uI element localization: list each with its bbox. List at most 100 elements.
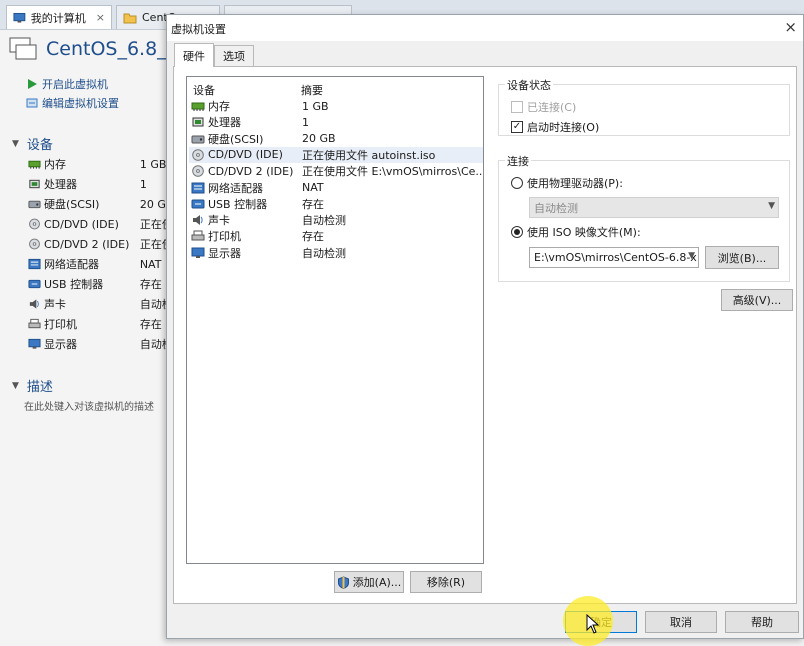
device-name: 内存 — [44, 158, 66, 171]
device-name: CD/DVD 2 (IDE) — [208, 164, 294, 178]
vm-icon — [9, 37, 37, 60]
memory-icon — [28, 160, 41, 169]
description-placeholder[interactable]: 在此处键入对该虚拟机的描述 — [24, 398, 170, 413]
vm-device-row[interactable]: USB 控制器 存在 — [28, 274, 170, 294]
settings-icon — [26, 98, 38, 108]
connected-label: 已连接(C) — [527, 101, 577, 114]
device-row[interactable]: 打印机 存在 — [189, 228, 483, 244]
device-status-label: 设备状态 — [505, 77, 553, 93]
device-row[interactable]: 网络适配器 NAT — [189, 180, 483, 196]
device-name: 网络适配器 — [208, 181, 263, 195]
device-row[interactable]: 内存 1 GB — [189, 98, 483, 114]
vm-settings-dialog: 虚拟机设置 × 硬件 选项 设备 摘要 内存 1 GB 处理器 1 硬盘(SCSI) 20… — [166, 14, 804, 639]
power-on-label: 开启此虚拟机 — [42, 78, 108, 91]
vm-device-row[interactable]: CD/DVD 2 (IDE) 正在使 — [28, 234, 170, 254]
display-icon — [191, 247, 205, 258]
advanced-button[interactable]: 高级(V)... — [721, 289, 793, 311]
hardware-tab-panel: 设备 摘要 内存 1 GB 处理器 1 硬盘(SCSI) 20 GB CD/DVD (IDE… — [173, 66, 797, 604]
vm-device-row[interactable]: CD/DVD (IDE) 正在使 — [28, 214, 170, 234]
cpu-icon — [192, 117, 204, 127]
edit-settings-label: 编辑虚拟机设置 — [42, 97, 119, 110]
vm-device-row[interactable]: 打印机 存在 — [28, 314, 170, 334]
edit-settings-link[interactable]: 编辑虚拟机设置 — [26, 95, 119, 111]
device-list[interactable]: 设备 摘要 内存 1 GB 处理器 1 硬盘(SCSI) 20 GB CD/DVD (IDE… — [186, 76, 484, 564]
close-icon[interactable]: × — [784, 18, 797, 36]
device-name: CD/DVD 2 (IDE) — [44, 237, 130, 251]
tab-options[interactable]: 选项 — [214, 45, 254, 66]
dialog-title: 虚拟机设置 — [171, 23, 226, 36]
device-name: 网络适配器 — [44, 258, 99, 271]
tab-close-icon[interactable]: × — [96, 11, 105, 24]
vm-device-row[interactable]: 处理器 1 — [28, 174, 170, 194]
tab-hardware[interactable]: 硬件 — [174, 43, 214, 67]
printer-icon — [28, 318, 41, 329]
help-button[interactable]: 帮助 — [725, 611, 799, 633]
physical-drive-select: 自动检测 ▼ — [529, 197, 779, 218]
vm-device-row[interactable]: 硬盘(SCSI)20 GB — [28, 194, 170, 214]
devices-heading: 设备 — [26, 138, 53, 153]
collapse-icon: ▼ — [12, 380, 19, 391]
device-row[interactable]: 显示器 自动检测 — [189, 245, 483, 261]
display-icon — [28, 338, 41, 349]
vm-device-row[interactable]: 内存 1 GB — [28, 154, 170, 174]
connected-checkbox[interactable]: 已连接(C) — [511, 99, 576, 115]
device-row[interactable]: 硬盘(SCSI) 20 GB — [189, 131, 483, 147]
device-name: CD/DVD (IDE) — [44, 217, 119, 231]
device-summary: 正在使用文件 E:\vmOS\mirros\Ce... — [302, 165, 482, 179]
device-row[interactable]: CD/DVD (IDE) 正在使用文件 autoinst.iso — [189, 146, 483, 163]
device-row[interactable]: USB 控制器 存在 — [189, 196, 483, 212]
description-heading: 描述 — [26, 380, 53, 395]
list-header-device: 设备 — [193, 84, 215, 97]
dialog-titlebar: 虚拟机设置 × — [167, 15, 803, 41]
device-name: 显示器 — [44, 338, 77, 351]
connect-at-power-on-checkbox[interactable]: ✓ 启动时连接(O) — [511, 119, 599, 135]
device-summary: 20 GB — [302, 132, 336, 146]
device-row[interactable]: 声卡 自动检测 — [189, 212, 483, 228]
device-name: 硬盘(SCSI) — [208, 132, 264, 146]
chevron-down-icon[interactable]: ▼ — [688, 251, 695, 261]
harddisk-icon — [191, 135, 205, 144]
vm-summary-panel: CentOS_6.8_1( 开启此虚拟机 编辑虚拟机设置 ▼ 设备 内存 1 GB… — [0, 30, 186, 639]
device-name: USB 控制器 — [44, 278, 104, 291]
add-button[interactable]: 添加(A)... — [334, 571, 404, 593]
vm-device-row[interactable]: 声卡 自动检 — [28, 294, 170, 314]
computer-icon — [13, 12, 26, 23]
device-name: 打印机 — [44, 318, 77, 331]
device-row[interactable]: CD/DVD 2 (IDE) 正在使用文件 E:\vmOS\mirros\Ce..… — [189, 163, 483, 179]
vm-device-row[interactable]: 网络适配器 NAT — [28, 254, 170, 274]
remove-button[interactable]: 移除(R) — [410, 571, 482, 593]
cancel-button[interactable]: 取消 — [645, 611, 717, 633]
tab-label: 我的计算机 — [30, 11, 86, 25]
iso-file-radio[interactable]: 使用 ISO 映像文件(M): — [511, 224, 641, 240]
chevron-down-icon: ▼ — [768, 201, 775, 211]
folder-icon — [123, 13, 137, 23]
device-summary: 正在使用文件 autoinst.iso — [302, 148, 436, 162]
device-name: 显示器 — [208, 246, 241, 260]
physical-drive-label: 使用物理驱动器(P): — [527, 177, 623, 190]
printer-icon — [191, 230, 205, 241]
connect-at-power-on-label: 启动时连接(O) — [527, 121, 600, 134]
physical-drive-value: 自动检测 — [534, 201, 578, 215]
device-summary: 存在 — [302, 230, 324, 244]
usb-icon — [28, 279, 41, 289]
network-icon — [28, 258, 41, 270]
iso-path-combo[interactable]: E:\vmOS\mirros\CentOS-6.8-x ▼ — [529, 247, 699, 268]
power-on-link[interactable]: 开启此虚拟机 — [26, 76, 108, 92]
tab-my-computer[interactable]: 我的计算机 × — [6, 5, 112, 29]
memory-icon — [191, 102, 205, 111]
description-section-toggle[interactable]: ▼ 描述 — [12, 376, 53, 395]
device-summary: 自动检测 — [302, 246, 346, 260]
device-name: 声卡 — [208, 214, 230, 228]
devices-section-toggle[interactable]: ▼ 设备 — [12, 134, 53, 153]
cdrom-icon — [29, 218, 40, 230]
physical-drive-radio[interactable]: 使用物理驱动器(P): — [511, 175, 623, 191]
play-icon — [28, 79, 37, 89]
device-name: 硬盘(SCSI) — [44, 198, 100, 211]
radio-circle — [511, 226, 523, 238]
browse-button[interactable]: 浏览(B)... — [705, 246, 779, 269]
device-row[interactable]: 处理器 1 — [189, 114, 483, 130]
device-name: 声卡 — [44, 298, 66, 311]
vm-device-row[interactable]: 显示器 自动检 — [28, 334, 170, 354]
sound-icon — [193, 215, 203, 226]
usb-icon — [191, 199, 205, 209]
